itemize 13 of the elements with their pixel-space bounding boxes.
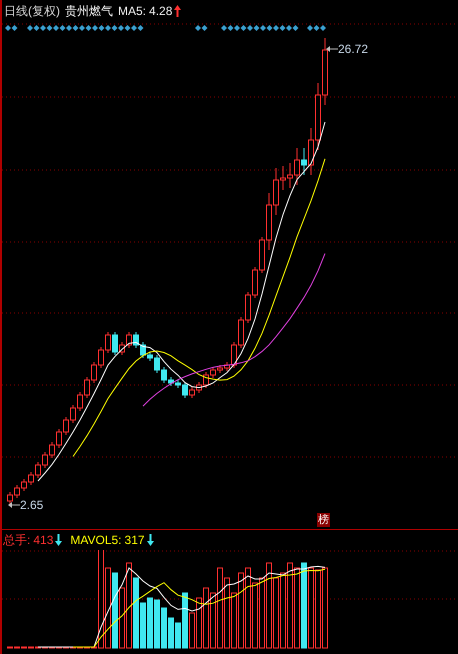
low-price-label: 2.65 bbox=[20, 497, 44, 514]
mavol-label: MAVOL5: bbox=[70, 532, 122, 549]
ma-value: 4.28 bbox=[149, 2, 172, 20]
volume-value: 413 bbox=[33, 532, 54, 549]
ranking-badge: 榜 bbox=[317, 513, 330, 527]
stock-name: 贵州燃气 bbox=[65, 2, 113, 20]
ma-label: MA5: bbox=[118, 2, 146, 20]
high-price-label: 26.72 bbox=[338, 41, 368, 58]
left-arrow-icon bbox=[8, 502, 20, 508]
volume-label: 总手: bbox=[3, 532, 30, 549]
chart-period-label: 日线(复权) bbox=[4, 2, 60, 20]
mavol-value: 317 bbox=[124, 532, 145, 549]
left-arrow-icon bbox=[326, 46, 338, 52]
